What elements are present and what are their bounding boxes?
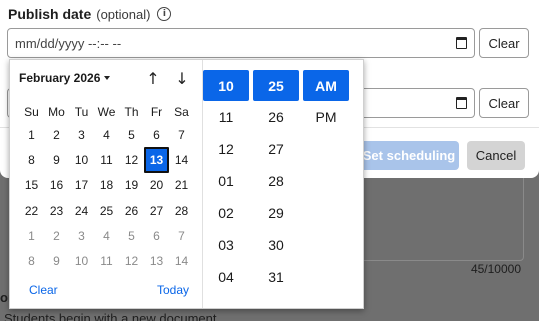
calendar-day[interactable]: 1 [19,122,44,147]
calendar-day[interactable]: 7 [169,223,194,248]
calendar-day[interactable]: 24 [69,198,94,223]
calendar-day[interactable]: 23 [44,198,69,223]
calendar-day[interactable]: 12 [119,147,144,172]
calendar-today-button[interactable]: Today [157,283,189,297]
calendar-day[interactable]: 14 [169,248,194,273]
calendar-day[interactable]: 3 [69,122,94,147]
optional-hint: (optional) [96,6,151,22]
hour-option[interactable]: 02 [203,197,249,229]
calendar-day[interactable]: 5 [119,223,144,248]
calendar-day[interactable]: 8 [19,248,44,273]
weekday-header: Su [24,105,39,119]
calendar-day-selected[interactable]: 13 [144,147,169,173]
minute-option[interactable]: 31 [253,261,299,293]
minute-option[interactable]: 26 [253,101,299,133]
calendar-day[interactable]: 7 [169,122,194,147]
minute-option[interactable]: 28 [253,165,299,197]
calendar-day[interactable]: 13 [144,248,169,273]
hour-option[interactable]: 04 [203,261,249,293]
calendar-day[interactable]: 4 [94,223,119,248]
calendar-day[interactable]: 25 [94,198,119,223]
calendar-day[interactable]: 20 [144,173,169,198]
calendar-day[interactable]: 9 [44,147,69,172]
calendar-day[interactable]: 28 [169,198,194,223]
character-counter: 45/10000 [470,262,521,276]
calendar-day[interactable]: 6 [144,223,169,248]
background-text-fragment: Students begin with a new document [4,311,217,321]
calendar-day[interactable]: 3 [69,223,94,248]
publish-date-label-text: Publish date [8,6,92,22]
weekday-header: Sa [174,105,189,119]
calendar-day[interactable]: 8 [19,147,44,172]
previous-month-arrow-up-icon[interactable]: ↑ [145,69,161,88]
hour-column: 10 11 12 01 02 03 04 [203,70,249,293]
minute-option[interactable]: 27 [253,133,299,165]
hour-option[interactable]: 03 [203,229,249,261]
publish-date-label: Publish date (optional) i [8,6,172,22]
info-icon[interactable]: i [157,7,172,21]
calendar-day[interactable]: 21 [169,173,194,198]
calendar-day[interactable]: 6 [144,122,169,147]
weekday-header: Mo [48,105,65,119]
calendar-day[interactable]: 27 [144,198,169,223]
chevron-down-icon [104,76,111,80]
weekday-header: Fr [150,105,163,119]
datetime-picker-popup: February 2026 ↑ ↓ Su Mo Tu We Th Fr Sa 1 2 3 4 5 6 7 8… [9,59,364,309]
calendar-day[interactable]: 11 [94,147,119,172]
weekday-header: We [97,105,116,119]
calendar-grid: Su Mo Tu We Th Fr Sa 1 2 3 4 5 6 7 8 9 10 11 12 13 14 15 16 17 1… [19,102,195,274]
next-month-arrow-down-icon[interactable]: ↓ [174,69,190,88]
calendar-day[interactable]: 16 [44,173,69,198]
weekday-header: Tu [74,105,89,119]
month-label: February 2026 [19,71,101,85]
calendar-icon[interactable] [456,37,467,49]
calendar-day[interactable]: 10 [69,147,94,172]
publish-date-input[interactable]: mm/dd/yyyy --:-- -- [7,28,475,58]
calendar-panel: February 2026 ↑ ↓ Su Mo Tu We Th Fr Sa 1 2 3 4 5 6 7 8… [10,60,203,308]
minute-option[interactable]: 25 [253,70,299,101]
minute-option[interactable]: 30 [253,229,299,261]
weekday-header: Th [124,105,139,119]
period-option[interactable]: AM [303,70,349,101]
hour-option[interactable]: 10 [203,70,249,101]
clear-publish-date-button[interactable]: Clear [479,28,529,58]
calendar-icon[interactable] [456,97,467,109]
calendar-day[interactable]: 4 [94,122,119,147]
hour-option[interactable]: 11 [203,101,249,133]
calendar-day[interactable]: 9 [44,248,69,273]
cancel-button[interactable]: Cancel [467,141,525,170]
calendar-day[interactable]: 15 [19,173,44,198]
calendar-day[interactable]: 10 [69,248,94,273]
calendar-day[interactable]: 22 [19,198,44,223]
period-option[interactable]: PM [303,101,349,133]
calendar-day[interactable]: 11 [94,248,119,273]
calendar-day[interactable]: 12 [119,248,144,273]
calendar-day[interactable]: 14 [169,147,194,172]
time-panel: 10 11 12 01 02 03 04 25 26 27 28 29 30 31 AM PM [203,60,363,308]
calendar-day[interactable]: 17 [69,173,94,198]
calendar-day[interactable]: 2 [44,122,69,147]
hour-option[interactable]: 12 [203,133,249,165]
month-selector[interactable]: February 2026 [19,71,111,85]
clear-secondary-date-button[interactable]: Clear [479,88,529,118]
calendar-clear-button[interactable]: Clear [29,283,58,297]
calendar-day[interactable]: 26 [119,198,144,223]
calendar-day[interactable]: 1 [19,223,44,248]
minute-column: 25 26 27 28 29 30 31 [253,70,299,293]
calendar-day[interactable]: 18 [94,173,119,198]
hour-option[interactable]: 01 [203,165,249,197]
minute-option[interactable]: 29 [253,197,299,229]
period-column: AM PM [303,70,349,133]
calendar-day[interactable]: 5 [119,122,144,147]
calendar-day[interactable]: 19 [119,173,144,198]
calendar-day[interactable]: 2 [44,223,69,248]
set-scheduling-button[interactable]: Set scheduling [359,141,459,170]
publish-date-placeholder: mm/dd/yyyy --:-- -- [15,35,122,51]
